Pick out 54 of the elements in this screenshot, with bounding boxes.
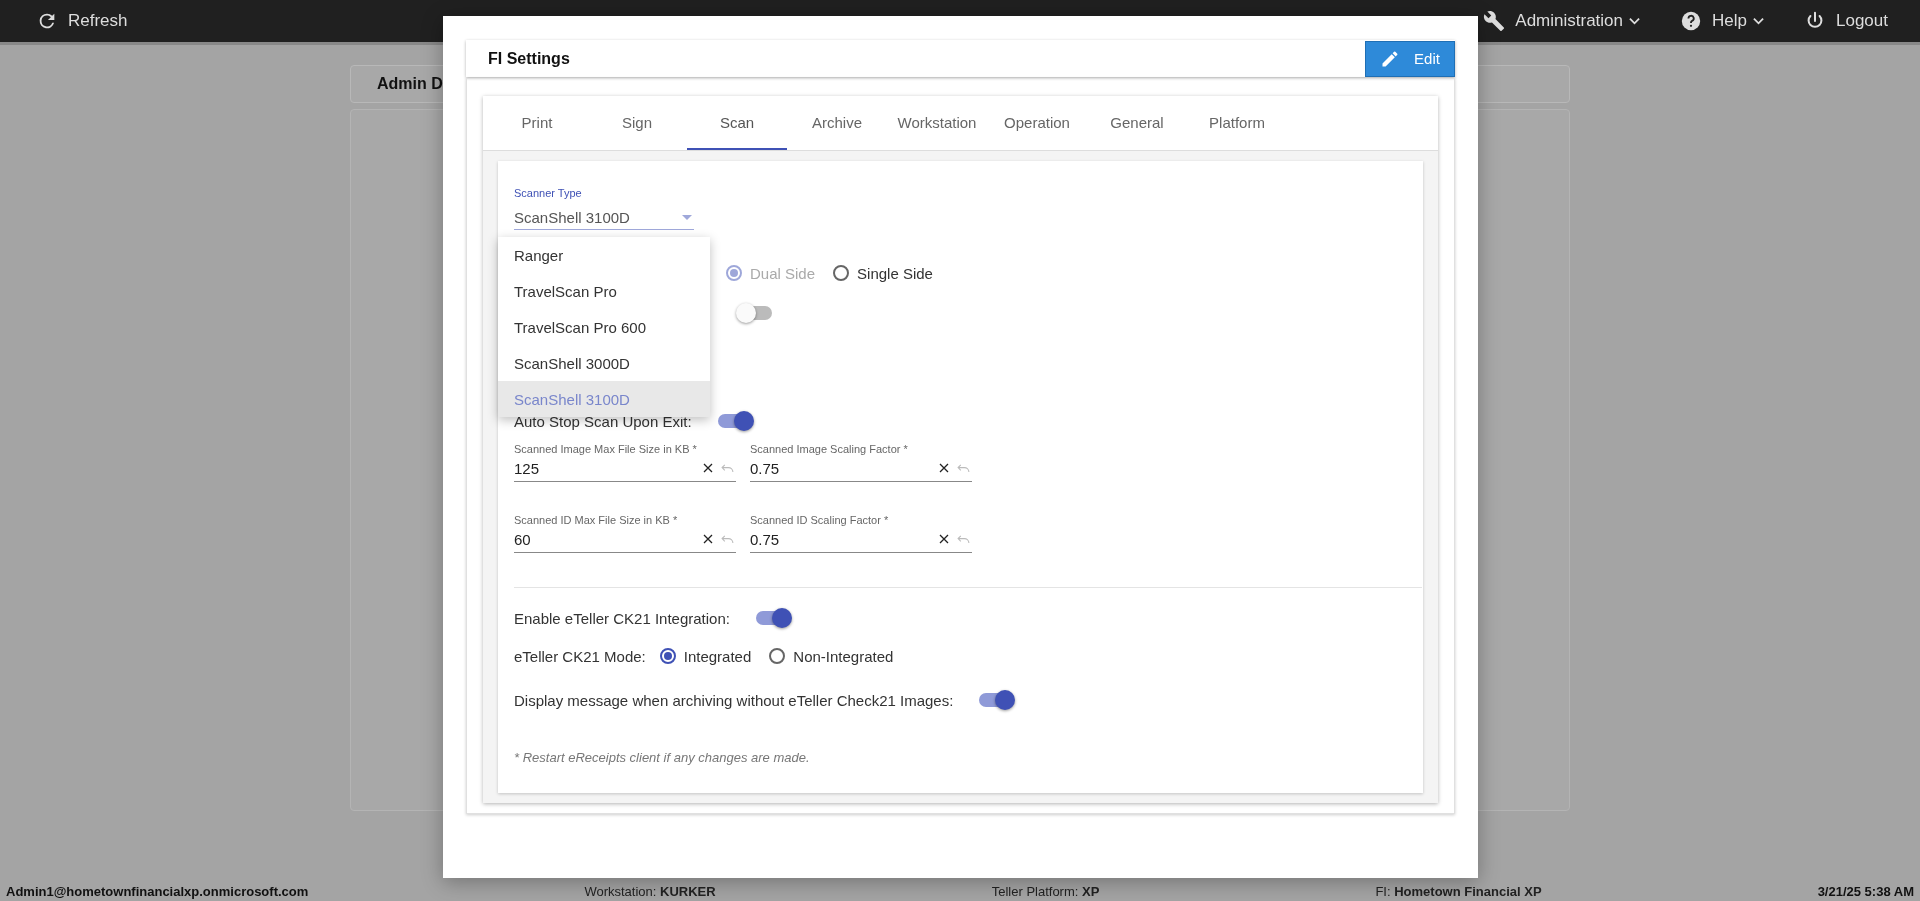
user-email: Admin1@hometownfinancialxp.onmicrosoft.com	[6, 883, 309, 899]
chevron-down-icon	[1753, 17, 1764, 25]
menu-item[interactable]: ScanShell 3000D	[498, 345, 710, 381]
radio-button[interactable]	[833, 265, 850, 281]
chevron-down-icon	[1629, 17, 1641, 25]
clear-icon[interactable]	[703, 534, 713, 544]
help-icon	[1680, 10, 1703, 32]
administration-menu[interactable]: Administration	[1483, 10, 1641, 32]
toggle-switch[interactable]	[738, 306, 772, 320]
input-field[interactable]: Scanned ID Scaling Factor * 0.75	[750, 514, 972, 553]
menu-item[interactable]: TravelScan Pro 600	[498, 309, 710, 345]
wrench-icon	[1483, 10, 1506, 32]
tab[interactable]: Platform	[1187, 96, 1287, 150]
tab[interactable]: Workstation	[887, 96, 987, 150]
setting-label: eTeller CK21 Mode:	[514, 647, 646, 665]
edit-button[interactable]: Edit	[1365, 40, 1455, 77]
tab[interactable]: Sign	[587, 96, 687, 150]
clear-icon[interactable]	[939, 534, 949, 544]
setting-label: Enable eTeller CK21 Integration:	[514, 609, 730, 627]
dialog-title: FI Settings	[488, 49, 570, 68]
radio-label: Integrated	[683, 647, 752, 665]
status-item: FI: Hometown Financial XP	[1375, 883, 1542, 899]
toggle-switch[interactable]	[979, 693, 1014, 707]
help-menu[interactable]: Help	[1680, 10, 1764, 32]
radio-label: Non-Integrated	[793, 647, 894, 665]
status-item: Workstation: KURKER	[584, 883, 716, 899]
status-item: Teller Platform: XP	[991, 883, 1100, 899]
toggle-switch[interactable]	[717, 414, 752, 428]
tab[interactable]: Print	[487, 96, 587, 150]
toggle-switch[interactable]	[756, 611, 790, 625]
menu-item[interactable]: Ranger	[498, 237, 710, 273]
tab[interactable]: Operation	[987, 96, 1087, 150]
logout-button[interactable]: Logout	[1804, 10, 1888, 32]
card-title: Admin D	[377, 75, 443, 93]
clear-icon[interactable]	[703, 463, 713, 473]
field-label: Scanner Type	[514, 187, 583, 199]
scanner-type-select[interactable]: ScanShell 3100D	[514, 205, 694, 230]
setting-label: Display message when archiving without eTeller Check21 Images:	[514, 691, 954, 709]
refresh-button[interactable]: Refresh	[36, 10, 128, 32]
radio-button[interactable]	[726, 265, 742, 281]
menu-item[interactable]: TravelScan Pro	[498, 273, 710, 309]
caret-icon	[682, 214, 692, 220]
clear-icon[interactable]	[939, 463, 949, 473]
date-time: 3/21/25 5:38 AM	[1817, 883, 1914, 899]
radio-label: Single Side	[857, 264, 933, 282]
tab[interactable]: Archive	[787, 96, 887, 150]
input-field[interactable]: Scanned ID Max File Size in KB * 60	[514, 514, 736, 553]
radio-label: Dual Side	[750, 264, 816, 282]
tab[interactable]: General	[1087, 96, 1187, 150]
radio-button[interactable]	[659, 648, 676, 664]
input-field[interactable]: Scanned Image Scaling Factor * 0.75	[750, 443, 972, 482]
input-field[interactable]: Scanned Image Max File Size in KB * 125	[514, 443, 736, 482]
radio-button[interactable]	[769, 648, 786, 664]
footnote: * Restart eReceipts client if any changes are made.	[514, 750, 811, 765]
